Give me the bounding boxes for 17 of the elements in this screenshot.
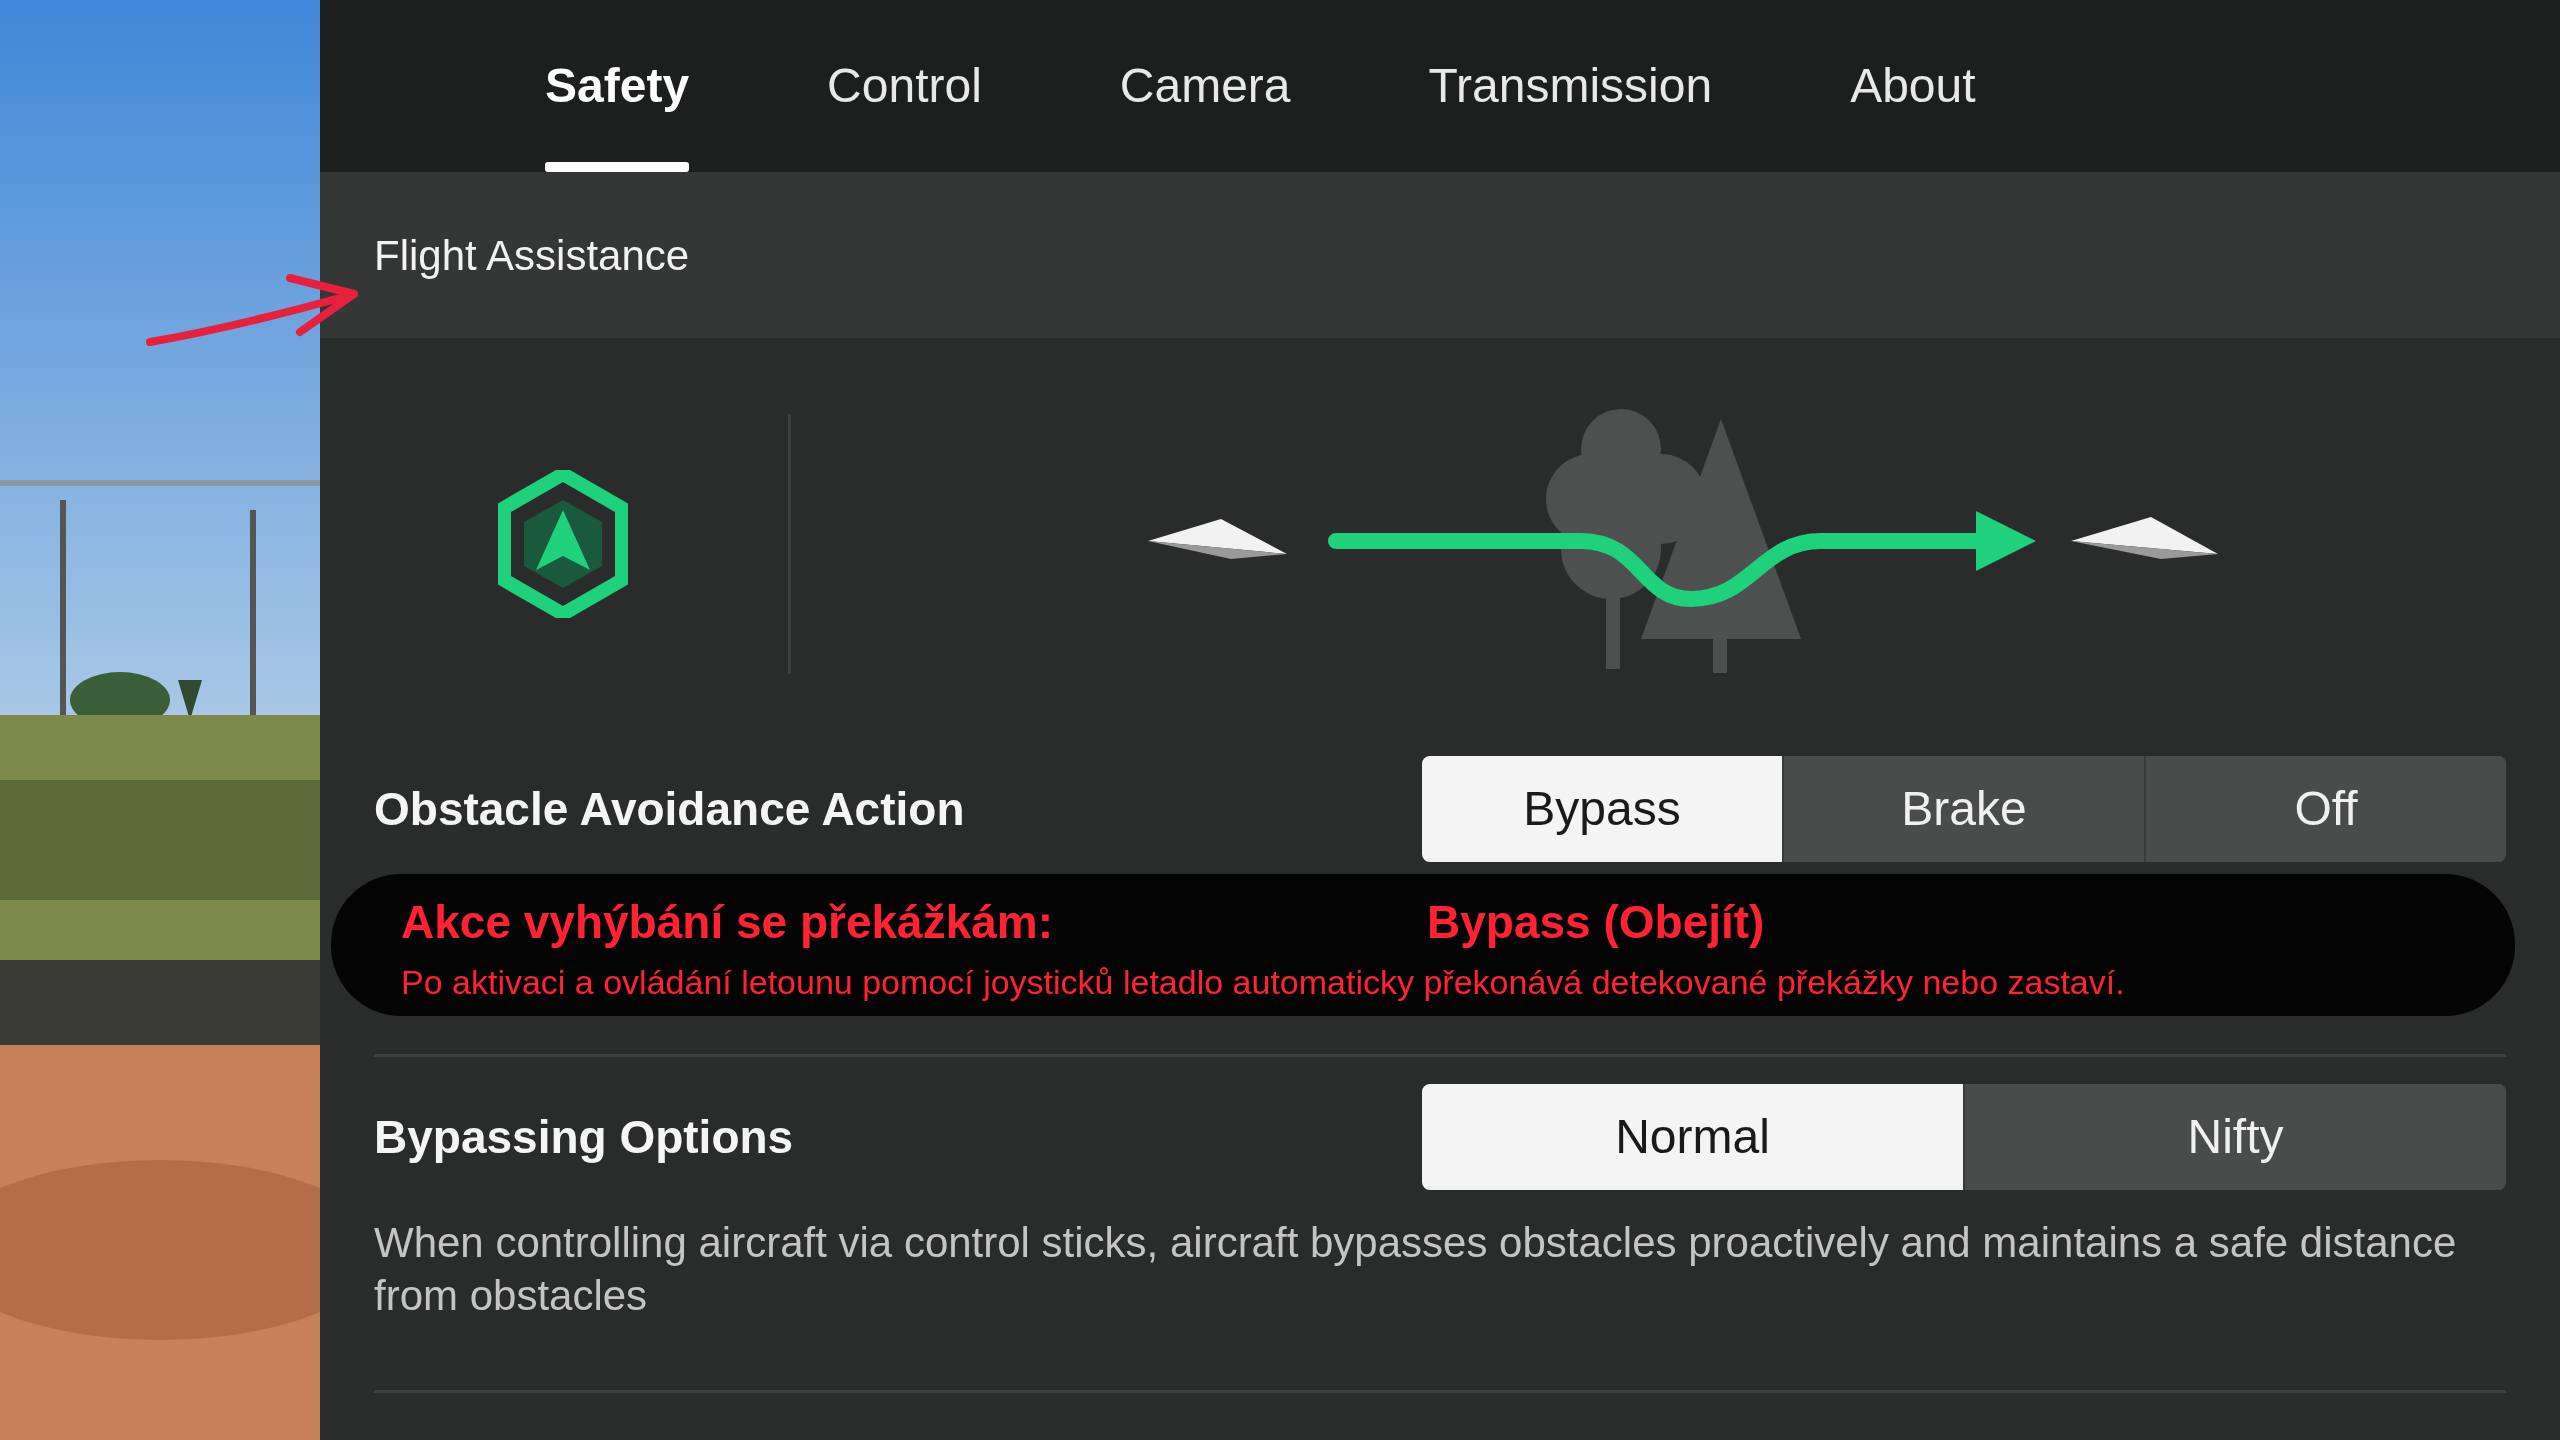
tab[interactable]: Camera [1119,0,1291,172]
setting-title: Obstacle Avoidance Action [374,781,965,837]
caption-text: Po aktivaci a ovládání letounu pomocí joysticků letadlo automaticky překonává detekované překážky nebo zastaví. [401,962,2126,1003]
tab[interactable]: Control [827,0,982,172]
segment-option[interactable]: Nifty [1963,1084,2506,1190]
setting-title: Bypassing Options [374,1109,794,1165]
setting-description: When controlling aircraft via control sticks, aircraft bypasses obstacles proactively and maintains a safe distance from obstacles [373,1218,2458,1321]
section-title: Flight Assistance [374,230,690,281]
segment-option[interactable]: Normal [1422,1084,1963,1190]
caption-heading: Akce vyhýbání se překážkám: [401,895,1055,950]
hexagon-icon [498,470,628,618]
tab[interactable]: About [1850,0,1976,172]
tab[interactable]: Transmission [1428,0,1713,172]
segment-option[interactable]: Off [2144,756,2506,862]
caption-value: Bypass (Obejít) [1427,895,1765,950]
tab[interactable]: Safety [545,0,690,172]
segment-option[interactable]: Bypass [1422,756,1782,862]
